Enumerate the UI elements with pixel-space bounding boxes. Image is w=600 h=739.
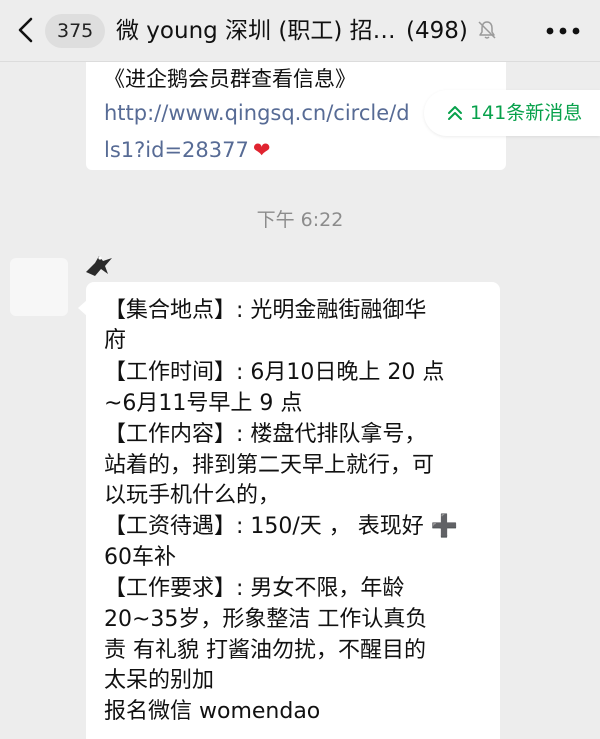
message-line: 【工作内容】: 楼盘代排队拿号， xyxy=(104,422,427,447)
more-dots-icon[interactable] xyxy=(545,26,581,36)
chat-header: 375 微 young 深圳 (职工) 招… (498) xyxy=(0,0,600,62)
double-chevron-up-icon xyxy=(448,106,462,120)
heart-icon: ❤ xyxy=(252,138,271,162)
message-line: 报名微信 womendao xyxy=(104,699,321,724)
message-link-line-1[interactable]: http://www.qingsq.cn/circle/d xyxy=(104,98,410,128)
message-line: 站着的，排到第二天早上就行，可 xyxy=(104,453,435,478)
message-line: 60车补 xyxy=(104,545,176,570)
message-line: 【集合地点】: 光明金融街融御华 xyxy=(104,298,427,323)
back-chevron-icon xyxy=(18,17,33,43)
new-messages-label: 141条新消息 xyxy=(470,102,583,124)
message-line: 以玩手机什么的， xyxy=(104,483,281,508)
message-line: 【工作要求】: 男女不限，年龄 xyxy=(104,576,405,601)
message-line: 太呆的别加 xyxy=(104,668,215,693)
previous-message-text: 《进企鹅会员群查看信息》 xyxy=(104,67,356,91)
unread-count-badge[interactable]: 375 xyxy=(45,14,106,48)
back-button[interactable] xyxy=(14,14,38,46)
message-line: ~6月11号早上 9 点 xyxy=(104,391,303,416)
message-line: 20~35岁，形象整洁 工作认真负 xyxy=(104,607,428,632)
avatar[interactable] xyxy=(10,258,68,316)
message-link-line-2[interactable]: ls1?id=28377 ❤ xyxy=(104,135,270,165)
message-line: 【工作时间】: 6月10日晚上 20 点 xyxy=(104,360,445,385)
message-line: 责 有礼貌 打酱油勿扰，不醒目的 xyxy=(104,638,426,663)
mute-bell-icon xyxy=(478,21,496,39)
message-line: 府 xyxy=(104,328,127,353)
message-line-with-plus: 【工资待遇】: 150/天 ， 表现好 ➕ xyxy=(104,512,458,542)
new-messages-button[interactable]: 141条新消息 xyxy=(424,90,600,136)
plus-icon: ➕ xyxy=(430,514,459,539)
message-timestamp: 下午 6:22 xyxy=(256,209,344,231)
message-line: 【工资待遇】: 150/天 ， 表现好 xyxy=(104,514,424,539)
eagle-avatar-icon xyxy=(86,256,112,276)
member-count: (498) xyxy=(402,12,468,50)
message-link-line-2-text[interactable]: ls1?id=28377 xyxy=(104,138,249,162)
